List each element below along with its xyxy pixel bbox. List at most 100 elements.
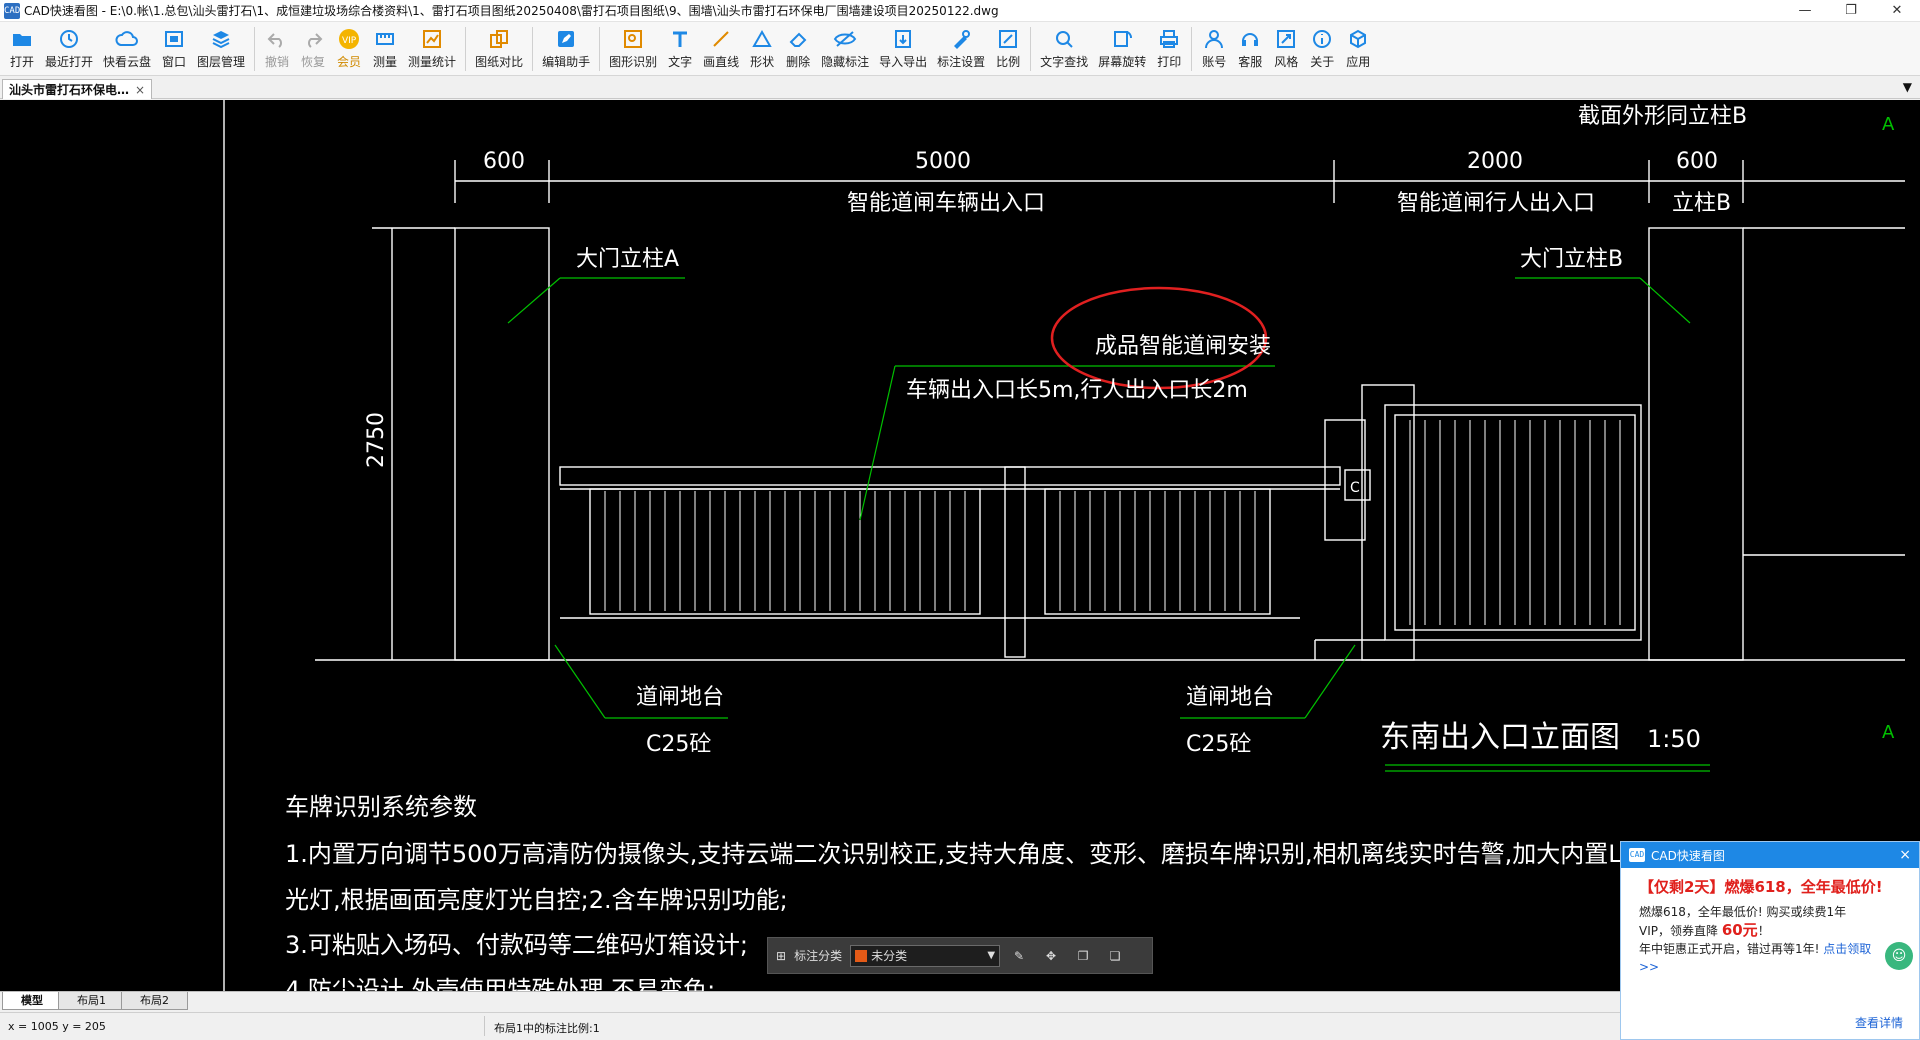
window-icon [161,27,187,51]
toolbar-button-hide-annotation[interactable]: 隐藏标注 [821,22,869,76]
toolbar-button-window[interactable]: 窗口 [161,22,187,76]
gate-post-b-label: 大门立柱B [1520,247,1623,272]
scale-icon [995,27,1021,51]
folder-icon [9,27,35,51]
toolbar-button-folder[interactable]: 打开 [9,22,35,76]
promo-details-link[interactable]: 查看详情 [1855,1014,1903,1031]
toolbar-separator [532,27,534,71]
close-tab-icon[interactable]: × [135,83,145,97]
toolbar-button-info[interactable]: 关于 [1309,22,1335,76]
gate-base-right-label: 道闸地台 [1186,685,1274,710]
toolbar-button-annotation-settings[interactable]: 标注设置 [937,22,985,76]
dim-600-left: 600 [483,149,525,174]
toolbar-button-label: 打开 [9,55,34,69]
c25-left-label: C25砼 [646,732,711,757]
main-toolbar: 打开 最近打开 快看云盘 窗口 图层管理 撤销 恢复 VIP 会员 测量 测量统计 图纸对比 编辑助手 图… [0,22,1920,76]
toolbar-button-label: 账号 [1202,55,1227,69]
move-annotation-icon[interactable]: ✥ [1038,945,1064,967]
layout-tab-bar: 模型 布局1 布局2 [0,991,1620,1011]
hide-annotation-icon [832,27,858,51]
annotation-bar-grip-icon[interactable]: ⊞ [776,949,786,963]
toolbar-button-style[interactable]: 风格 [1273,22,1299,76]
toolbar-separator [1191,27,1193,71]
notes-line-4: 4.防尘设计,外壳使用特殊处理,不易变色; [285,976,715,991]
document-tab-bar: 汕头市雷打石环保电… × ▼ [0,77,1920,99]
shape-icon [749,27,775,51]
copy-annotation-icon[interactable]: ❐ [1070,945,1096,967]
toolbar-button-label: 会员 [337,55,362,69]
promo-app-icon: CAD [1629,848,1645,862]
toolbar-button-shape[interactable]: 形状 [749,22,775,76]
toolbar-button-measure[interactable]: 测量 [372,22,398,76]
toolbar-button-print[interactable]: 打印 [1156,22,1182,76]
account-icon [1201,27,1227,51]
toolbar-separator [465,27,467,71]
toolbar-button-label: 比例 [996,55,1021,69]
line-icon [708,27,734,51]
toolbar-button-account[interactable]: 账号 [1201,22,1227,76]
toolbar-button-label: 图层管理 [197,55,246,69]
toolbar-button-vip[interactable]: VIP 会员 [336,22,362,76]
toolbar-button-headset[interactable]: 客服 [1237,22,1263,76]
toolbar-button-compare[interactable]: 图纸对比 [475,22,523,76]
promo-body: 燃爆618，全年最低价! 购买或续费1年 VIP，领券直降 60元！ 年中钜惠正… [1621,903,1919,976]
toolbar-button-label: 屏幕旋转 [1098,55,1147,69]
chat-bubble-icon[interactable]: ☺ [1885,942,1913,970]
toolbar-button-label: 恢复 [301,55,326,69]
toolbar-button-rotate-screen[interactable]: 屏幕旋转 [1098,22,1146,76]
promo-claim-arrow[interactable]: >> [1639,958,1907,976]
toolbar-button-apps[interactable]: 应用 [1345,22,1371,76]
c25-right-label: C25砼 [1186,732,1251,757]
toolbar-button-label: 应用 [1346,55,1371,69]
toolbar-button-scale[interactable]: 比例 [995,22,1021,76]
svg-text:VIP: VIP [342,36,357,46]
text-search-icon [1051,27,1077,51]
toolbar-button-shape-recognize[interactable]: 图形识别 [609,22,657,76]
toolbar-button-edit-assistant[interactable]: 编辑助手 [542,22,590,76]
length-note: 车辆出入口长5m,行人出入口长2m [906,378,1248,403]
minimize-button[interactable]: — [1782,0,1828,22]
edit-annotation-icon[interactable]: ✎ [1006,945,1032,967]
axis-a-bottom: A [1882,722,1895,743]
notes-line-1: 1.内置万向调节500万高清防伪摄像头,支持云端二次识别校正,支持大角度、变形、… [285,840,1679,868]
layout-tab-1[interactable]: 布局1 [58,992,125,1010]
paste-annotation-icon[interactable]: ❏ [1102,945,1128,967]
toolbar-button-import-export[interactable]: 导入导出 [879,22,927,76]
measure-icon [372,27,398,51]
import-export-icon [890,27,916,51]
toolbar-button-label: 关于 [1310,55,1335,69]
elevation-scale: 1:50 [1647,725,1701,753]
promo-close-icon[interactable]: × [1899,847,1911,863]
toolbar-button-cloud[interactable]: 快看云盘 [103,22,151,76]
cloud-icon [114,27,140,51]
toolbar-button-history[interactable]: 最近打开 [45,22,93,76]
toolbar-button-text-search[interactable]: 文字查找 [1040,22,1088,76]
layout-tab-2[interactable]: 布局2 [121,992,188,1010]
tab-list-dropdown-icon[interactable]: ▼ [1903,80,1912,94]
apps-icon [1345,27,1371,51]
toolbar-separator [599,27,601,71]
toolbar-button-layers[interactable]: 图层管理 [197,22,245,76]
toolbar-button-label: 测量统计 [408,55,457,69]
toolbar-button-line[interactable]: 画直线 [703,22,739,76]
annotation-category-select[interactable]: 未分类 ▼ [850,944,1001,967]
close-window-button[interactable]: ✕ [1874,0,1920,22]
promo-claim-link[interactable]: 点击领取 [1823,942,1871,956]
notes-line-2: 光灯,根据画面亮度灯光自控;2.含车牌识别功能; [285,886,788,914]
toolbar-button-label: 最近打开 [45,55,94,69]
redo-icon [300,27,326,51]
headset-icon [1237,27,1263,51]
dim-2750: 2750 [364,412,389,468]
pedestrian-entry-label: 智能道闸行人出入口 [1397,191,1595,216]
document-tab[interactable]: 汕头市雷打石环保电… × [2,79,153,99]
restore-button[interactable]: ❐ [1828,0,1874,22]
finished-gate-label: 成品智能道闸安装 [1095,334,1271,359]
toolbar-button-text[interactable]: 文字 [667,22,693,76]
layout-tab-0[interactable]: 模型 [2,992,62,1010]
toolbar-button-redo[interactable]: 恢复 [300,22,326,76]
toolbar-button-label: 图形识别 [609,55,658,69]
axis-a-top: A [1882,114,1895,135]
toolbar-button-eraser[interactable]: 删除 [785,22,811,76]
toolbar-button-measure-stats[interactable]: 测量统计 [408,22,456,76]
toolbar-button-undo[interactable]: 撤销 [264,22,290,76]
